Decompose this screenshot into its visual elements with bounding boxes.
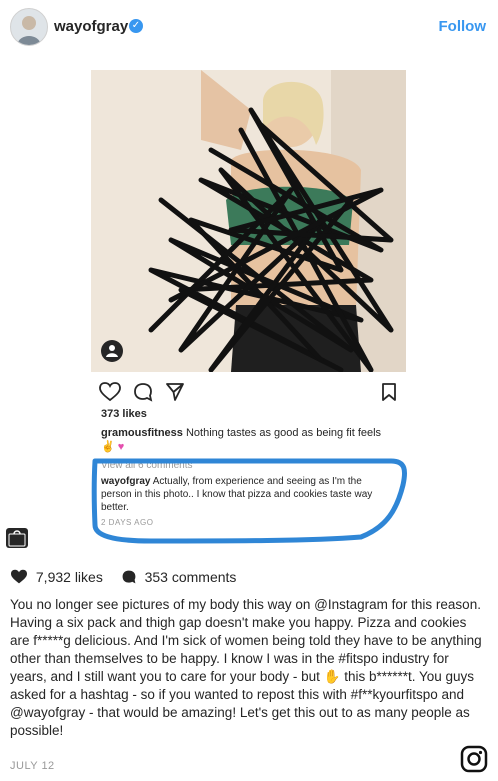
post-date: JULY 12: [10, 760, 55, 772]
instagram-icon[interactable]: [460, 745, 488, 773]
shopping-bag-icon[interactable]: [6, 528, 28, 548]
avatar[interactable]: [10, 8, 48, 46]
post-caption: You no longer see pictures of my body th…: [10, 597, 482, 738]
likes-count[interactable]: 7,932 likes: [36, 569, 103, 585]
embedded-post: 373 likes gramousfitness Nothing tastes …: [91, 70, 407, 544]
post-stats: 7,932 likes 353 comments: [10, 568, 236, 588]
heart-icon[interactable]: [10, 569, 28, 585]
embed-caption: gramousfitness Nothing tastes as good as…: [101, 426, 397, 454]
share-icon[interactable]: [165, 382, 185, 402]
embed-likes: 373 likes: [101, 408, 147, 420]
embed-caption-text: Nothing tastes as good as being fit feel…: [185, 427, 382, 439]
highlight-outline: [91, 458, 407, 544]
verified-icon: ✓: [129, 19, 143, 33]
person-tag-icon[interactable]: [101, 340, 123, 362]
heart-icon[interactable]: [99, 382, 121, 402]
embed-caption-user[interactable]: gramousfitness: [101, 427, 183, 439]
bookmark-icon[interactable]: [381, 382, 397, 402]
post-header: wayofgray ✓ Follow: [0, 0, 498, 56]
comment-icon[interactable]: [121, 569, 137, 585]
heart-emoji: ♥: [117, 441, 125, 453]
comments-count[interactable]: 353 comments: [145, 569, 237, 585]
post-actions: [99, 382, 399, 406]
comment-icon[interactable]: [133, 382, 153, 402]
username[interactable]: wayofgray: [54, 18, 128, 35]
emoji-decoration: ✌: [101, 441, 115, 453]
post-photo: [91, 70, 406, 372]
follow-button[interactable]: Follow: [439, 18, 487, 35]
